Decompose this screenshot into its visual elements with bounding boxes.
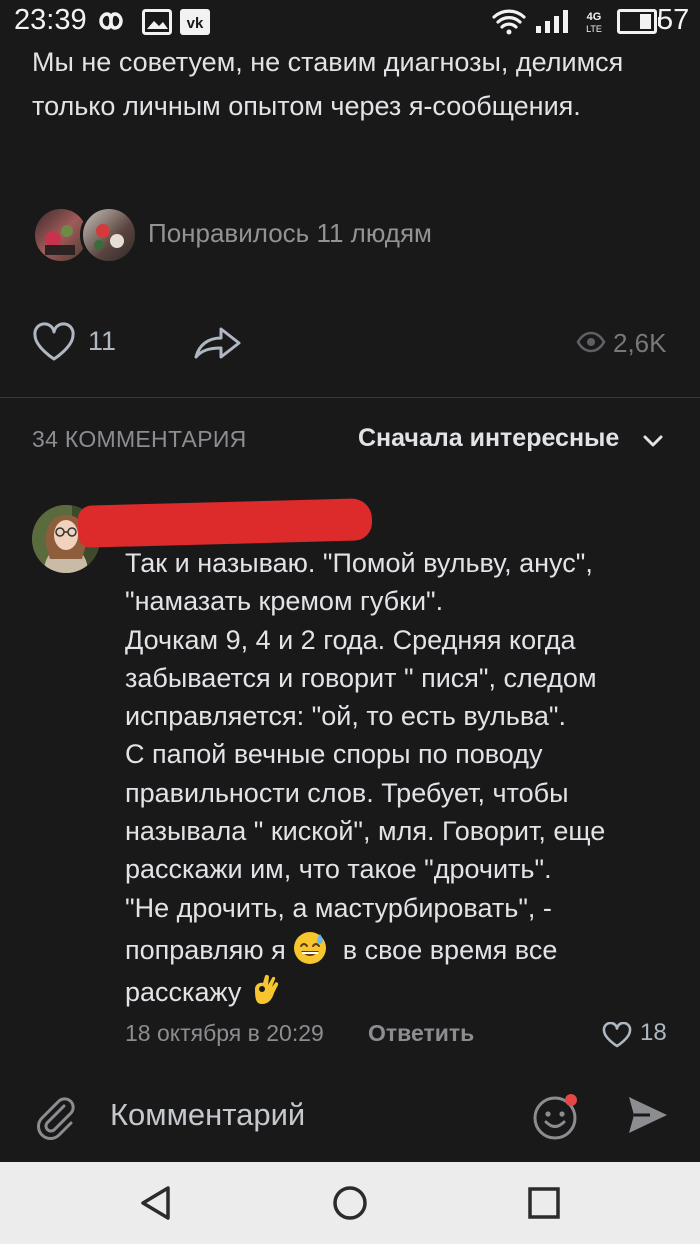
comment-line: Так и называю. "Помой вульву, анус",	[125, 548, 593, 578]
ok-hand-emoji-icon	[254, 975, 279, 1005]
chevron-down-icon[interactable]	[642, 434, 664, 448]
status-bar: 23:39 vk 4G LTE 57	[0, 0, 700, 44]
paperclip-icon[interactable]	[34, 1094, 78, 1140]
post-like-count: 11	[88, 326, 117, 356]
send-icon[interactable]	[626, 1094, 670, 1136]
liked-by-text[interactable]: Понравилось 11 людям	[148, 218, 432, 249]
redacted-author-name	[77, 498, 373, 548]
sort-dropdown[interactable]: Сначала интересные	[358, 424, 619, 453]
comment-line: "Не дрочить, а мастурбировать", -	[125, 892, 552, 923]
reply-button[interactable]: Ответить	[368, 1020, 474, 1047]
post-text: Мы не советуем, не ставим диагнозы, дели…	[32, 47, 624, 121]
views-count: 2,6K	[613, 328, 667, 358]
comment-fragment: расскажу	[125, 977, 242, 1008]
comment-fragment: поправляю я	[125, 934, 286, 965]
comment-line: называла " киской", мля. Говорит, еще	[125, 816, 606, 847]
notification-dot	[565, 1094, 577, 1106]
comment-line: расскажу	[125, 973, 675, 1011]
share-icon[interactable]	[193, 322, 243, 362]
heart-icon[interactable]	[32, 322, 76, 362]
signal-icon	[536, 10, 568, 33]
comment-line: забывается и говорит " пися", следом	[125, 662, 597, 693]
emoji-icon[interactable]	[531, 1090, 583, 1142]
comment-line: расскажи им, что такое "дрочить".	[125, 854, 552, 885]
comment-line: поправляю я в свое время все	[125, 931, 675, 969]
comment-like-count: 18	[640, 1019, 667, 1046]
home-icon[interactable]	[331, 1184, 369, 1222]
eye-icon	[576, 331, 606, 353]
sweat-smile-emoji-icon	[294, 931, 327, 964]
recents-icon[interactable]	[527, 1186, 561, 1220]
status-time: 23:39	[14, 4, 87, 36]
comment-line: Дочкам 9, 4 и 2 года. Средняя когда	[125, 624, 576, 655]
divider	[0, 397, 700, 398]
back-icon[interactable]	[138, 1184, 174, 1222]
comment-fragment: в свое время все	[342, 934, 558, 965]
infinity-icon	[99, 12, 123, 30]
svg-text:4G: 4G	[587, 11, 602, 23]
battery-icon	[617, 9, 661, 34]
battery-level: 57	[657, 4, 690, 36]
comment-body: Так и называю. "Помой вульву, анус", "на…	[125, 544, 675, 1012]
comment-line: "намазать кремом губки".	[125, 586, 444, 617]
svg-text:LTE: LTE	[586, 24, 602, 34]
gallery-icon	[142, 9, 172, 35]
svg-text:vk: vk	[187, 15, 204, 32]
comment-composer	[0, 1080, 700, 1162]
lte-icon: 4G LTE	[586, 11, 602, 34]
comment-date: 18 октября в 20:29	[125, 1020, 324, 1046]
comment-line: исправляется: "ой, то есть вульва".	[125, 701, 566, 732]
comment-input[interactable]: Комментарий	[110, 1097, 305, 1133]
comment-line: правильности слов. Требует, чтобы	[125, 777, 569, 808]
comment-line: С папой вечные споры по поводу	[125, 739, 543, 770]
wifi-icon	[492, 9, 526, 35]
avatar	[80, 206, 138, 264]
comments-count: 34 КОММЕНТАРИЯ	[32, 426, 247, 452]
vk-notification-icon: vk	[180, 9, 210, 35]
heart-icon[interactable]	[602, 1022, 632, 1048]
